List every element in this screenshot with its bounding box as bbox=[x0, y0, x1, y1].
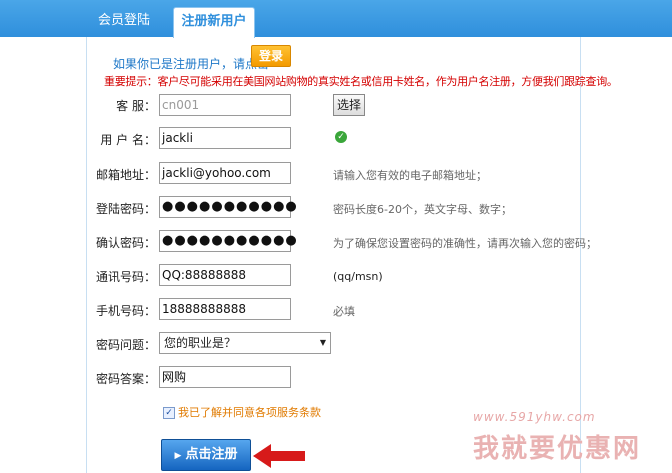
confirm-password-label: 确认密码： bbox=[96, 236, 157, 250]
mobile-input[interactable]: 18888888888 bbox=[159, 298, 291, 320]
watermark-logo: 我就要优惠网 bbox=[473, 434, 642, 464]
password-label: 登陆密码： bbox=[96, 202, 157, 216]
security-question-select[interactable]: 您的职业是？ ▼ bbox=[159, 332, 331, 354]
password-hint: 密码长度6-20个，英文字母、数字； bbox=[333, 203, 512, 216]
contact-label: 通讯号码： bbox=[96, 270, 157, 284]
answer-input[interactable]: 网购 bbox=[159, 366, 291, 388]
email-hint: 请输入您有效的电子邮箱地址； bbox=[333, 169, 487, 182]
confirm-password-hint: 为了确保您设置密码的准确性，请再次输入您的密码； bbox=[333, 237, 597, 250]
watermark-url: www.591yhw.com bbox=[473, 410, 596, 424]
tab-register[interactable]: 注册新用户 bbox=[173, 7, 255, 38]
important-notice: 重要提示：客户尽可能采用在美国网站购物的真实姓名或信用卡姓名，作为用户名注册，方… bbox=[104, 75, 618, 88]
login-button[interactable]: 登录 bbox=[251, 45, 291, 67]
contact-hint: (qq/msn) bbox=[333, 270, 383, 283]
service-label: 客 服： bbox=[116, 99, 156, 113]
agree-checkbox[interactable]: ✓ bbox=[163, 407, 175, 419]
service-input[interactable]: cn001 bbox=[159, 94, 291, 116]
contact-input[interactable]: QQ:88888888 bbox=[159, 264, 291, 286]
register-submit-button[interactable]: ▶ 点击注册 bbox=[161, 439, 251, 471]
header-tabbar: 会员登陆 注册新用户 bbox=[0, 0, 672, 38]
mobile-hint: 必填 bbox=[333, 305, 355, 318]
password-input[interactable]: ●●●●●●●●●●● bbox=[159, 196, 297, 218]
mobile-label: 手机号码： bbox=[96, 304, 157, 318]
security-question-value: 您的职业是？ bbox=[164, 336, 237, 350]
username-input[interactable]: jackli bbox=[159, 127, 291, 149]
panel-border-left bbox=[86, 37, 87, 473]
agree-text: 我已了解并同意各项服务条款 bbox=[178, 406, 321, 419]
answer-label: 密码答案： bbox=[96, 372, 157, 386]
play-icon: ▶ bbox=[174, 451, 182, 461]
select-service-button[interactable]: 选择 bbox=[333, 94, 365, 116]
panel-border-right bbox=[580, 37, 581, 473]
tab-member-login[interactable]: 会员登陆 bbox=[86, 7, 162, 37]
email-label: 邮箱地址： bbox=[96, 168, 157, 182]
dropdown-arrow-icon: ▼ bbox=[319, 338, 326, 347]
username-label: 用 户 名： bbox=[100, 133, 156, 147]
question-label: 密码问题： bbox=[96, 338, 157, 352]
red-arrow-icon bbox=[253, 444, 305, 468]
agree-terms[interactable]: ✓ 我已了解并同意各项服务条款 bbox=[163, 404, 321, 420]
check-icon: ✓ bbox=[335, 131, 347, 143]
submit-label: 点击注册 bbox=[185, 447, 238, 462]
already-registered-text: 如果你已是注册用户，请点击 bbox=[113, 57, 270, 71]
confirm-password-input[interactable]: ●●●●●●●●●●● bbox=[159, 230, 297, 252]
email-input[interactable]: jackli@yohoo.com bbox=[159, 162, 291, 184]
